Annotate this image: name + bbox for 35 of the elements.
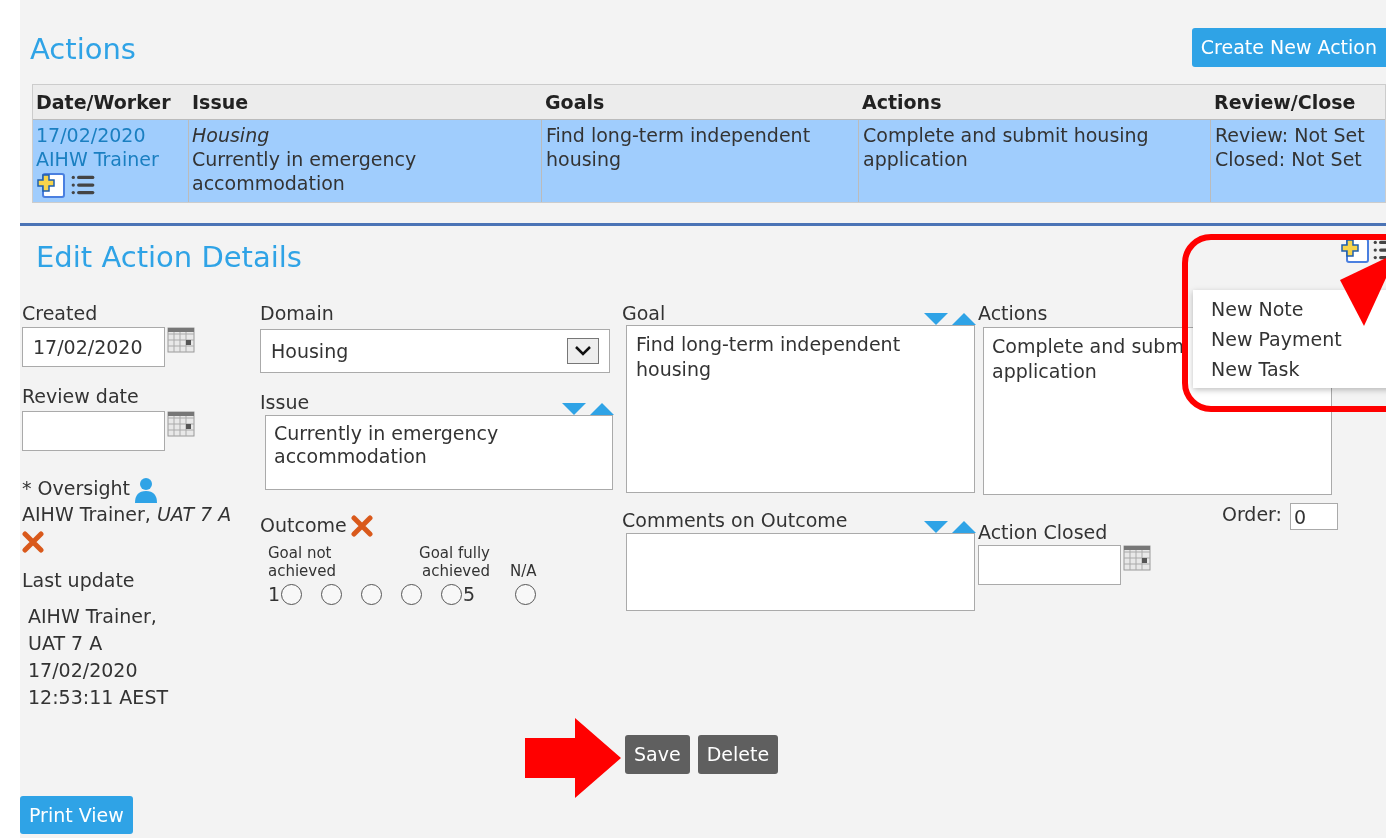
oversight-value: AIHW Trainer, UAT 7 A <box>22 503 232 527</box>
scale-label: Goal fully achieved <box>418 543 490 580</box>
field-label: Last update <box>22 568 135 593</box>
table-cell: Complete and submit housing application <box>859 120 1211 202</box>
column-header: Date/Worker <box>35 89 172 115</box>
field-label: Created <box>22 301 98 326</box>
update-text: 12:53:11 AEST <box>28 684 170 710</box>
field-label: Goal <box>622 301 666 326</box>
field-label: * Oversight <box>22 477 130 501</box>
section-title: Edit Action Details <box>36 239 302 276</box>
field-label: Comments on Outcome <box>622 509 848 533</box>
update-text: AIHW Trainer, <box>28 603 158 629</box>
update-text: UAT 7 A <box>28 630 104 656</box>
scale-value: 1 <box>268 581 281 607</box>
page-title: Actions <box>30 31 136 68</box>
scale-value: 5 <box>463 581 476 607</box>
column-header: Issue <box>191 89 250 115</box>
field-label: Outcome <box>260 514 347 538</box>
closed-text: Closed: Not Set <box>1215 147 1363 171</box>
update-text: 17/02/2020 <box>28 657 139 683</box>
issue-text: Currently in emergency accommodation <box>192 147 418 195</box>
scale-label: N/A <box>510 561 537 580</box>
field-label: Review date <box>22 385 139 409</box>
scale-label: Goal not achieved <box>268 543 337 580</box>
column-header: Actions <box>861 89 943 115</box>
field-label: Issue <box>260 391 310 415</box>
table-cell: Find long-term independent housing <box>542 120 859 202</box>
field-label: Action Closed <box>978 521 1108 545</box>
column-header: Review/Close <box>1213 89 1357 115</box>
field-label: Actions <box>978 301 1048 326</box>
field-label: Order: <box>1221 503 1282 527</box>
issue-domain: Housing <box>192 123 271 147</box>
field-label: Domain <box>260 301 334 326</box>
review-text: Review: Not Set <box>1215 123 1366 147</box>
column-header: Goals <box>544 89 606 115</box>
